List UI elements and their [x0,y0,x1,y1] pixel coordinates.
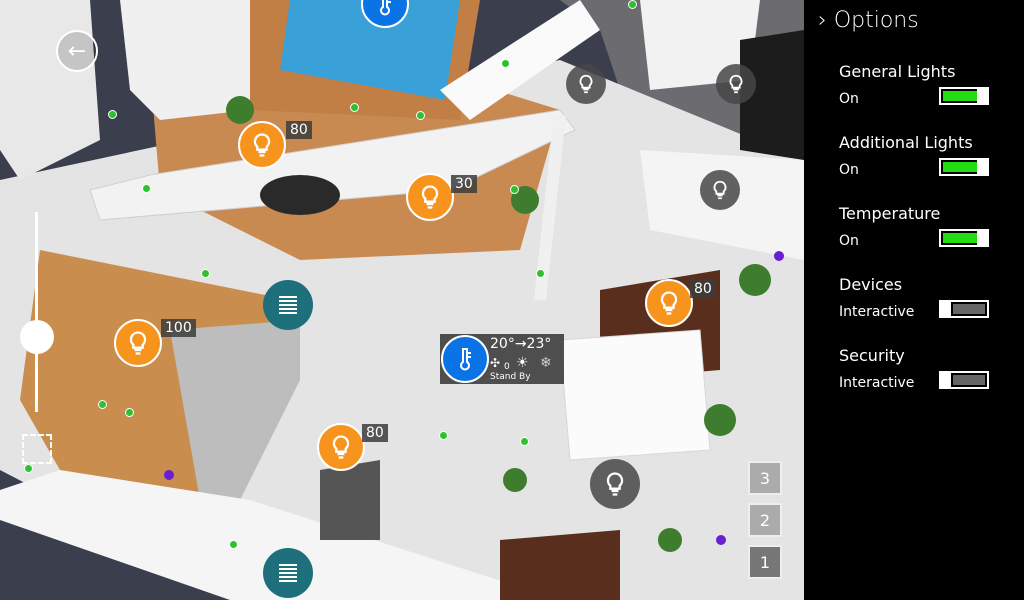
fan-icon: ✣ [490,356,501,370]
devices-toggle[interactable] [939,300,989,318]
floor-button-1[interactable]: 1 [748,545,782,579]
security-sensor-dot[interactable] [774,251,784,261]
light-off-icon[interactable] [566,64,606,104]
light-off-icon[interactable] [590,459,640,509]
sensor-dot[interactable] [510,185,519,194]
floor-button-2[interactable]: 2 [748,503,782,537]
option-state: Interactive [839,375,915,391]
option-temperature: Temperature On [839,204,1009,264]
light-icon[interactable] [238,121,286,169]
light-level-dining: 80 [362,424,388,442]
additional-lights-toggle[interactable] [939,158,989,176]
zoom-slider-handle[interactable] [20,320,54,354]
zoom-slider-track[interactable] [35,212,38,412]
security-toggle[interactable] [939,371,989,389]
light-icon[interactable] [317,423,365,471]
thermometer-icon[interactable] [441,335,489,383]
sensor-dot[interactable] [24,464,33,473]
sensor-dot[interactable] [108,110,117,119]
option-state: On [839,162,859,178]
thermostat-mode: Stand By [490,372,531,382]
sensor-dot[interactable] [229,540,238,549]
option-label: Temperature [839,204,941,223]
option-label: General Lights [839,62,956,81]
light-icon[interactable] [406,173,454,221]
option-additional-lights: Additional Lights On [839,133,1009,193]
arrow-left-icon: ← [67,38,87,64]
blinds-icon[interactable] [263,548,313,598]
sensor-dot[interactable] [520,437,529,446]
temperature-toggle[interactable] [939,229,989,247]
sun-icon: ☀ [516,355,529,371]
light-off-icon[interactable] [700,170,740,210]
sensor-dot[interactable] [416,111,425,120]
back-button[interactable]: ← [56,30,98,72]
light-level-living: 80 [690,280,716,298]
light-off-icon[interactable] [716,64,756,104]
floor-button-3[interactable]: 3 [748,461,782,495]
sensor-dot[interactable] [501,59,510,68]
options-panel: › Options General Lights On Additional L… [804,0,1024,600]
snowflake-icon: ❄ [540,355,552,371]
sensor-dot[interactable] [439,431,448,440]
sensor-dot[interactable] [98,400,107,409]
sensor-dot[interactable] [536,269,545,278]
sensor-dot[interactable] [350,103,359,112]
option-label: Additional Lights [839,133,973,152]
light-level-terrace-left: 80 [286,121,312,139]
options-title: Options [833,8,919,33]
option-state: Interactive [839,304,915,320]
option-security: Security Interactive [839,346,1009,406]
option-label: Security [839,346,905,365]
option-general-lights: General Lights On [839,62,1009,122]
floor-plan-map[interactable]: 80 30 80 100 80 20°→23° ✣ 0 ☀ ❄ Stand By… [0,0,804,600]
light-level-terrace-right: 30 [451,175,477,193]
light-level-kitchen: 100 [161,319,196,337]
general-lights-toggle[interactable] [939,87,989,105]
option-label: Devices [839,275,903,294]
option-devices: Devices Interactive [839,275,1009,335]
sensor-dot[interactable] [628,0,637,9]
fit-screen-icon[interactable] [22,434,52,464]
light-icon[interactable] [645,279,693,327]
sensor-dot[interactable] [142,184,151,193]
security-sensor-dot[interactable] [716,535,726,545]
options-header[interactable]: › Options [818,8,919,33]
fan-speed: 0 [504,362,510,372]
thermostat-range: 20°→23° [490,336,552,352]
sensor-dot[interactable] [125,408,134,417]
security-sensor-dot[interactable] [164,470,174,480]
option-state: On [839,233,859,249]
chevron-right-icon: › [818,8,827,33]
sensor-dot[interactable] [201,269,210,278]
blinds-icon[interactable] [263,280,313,330]
option-state: On [839,91,859,107]
light-icon[interactable] [114,319,162,367]
